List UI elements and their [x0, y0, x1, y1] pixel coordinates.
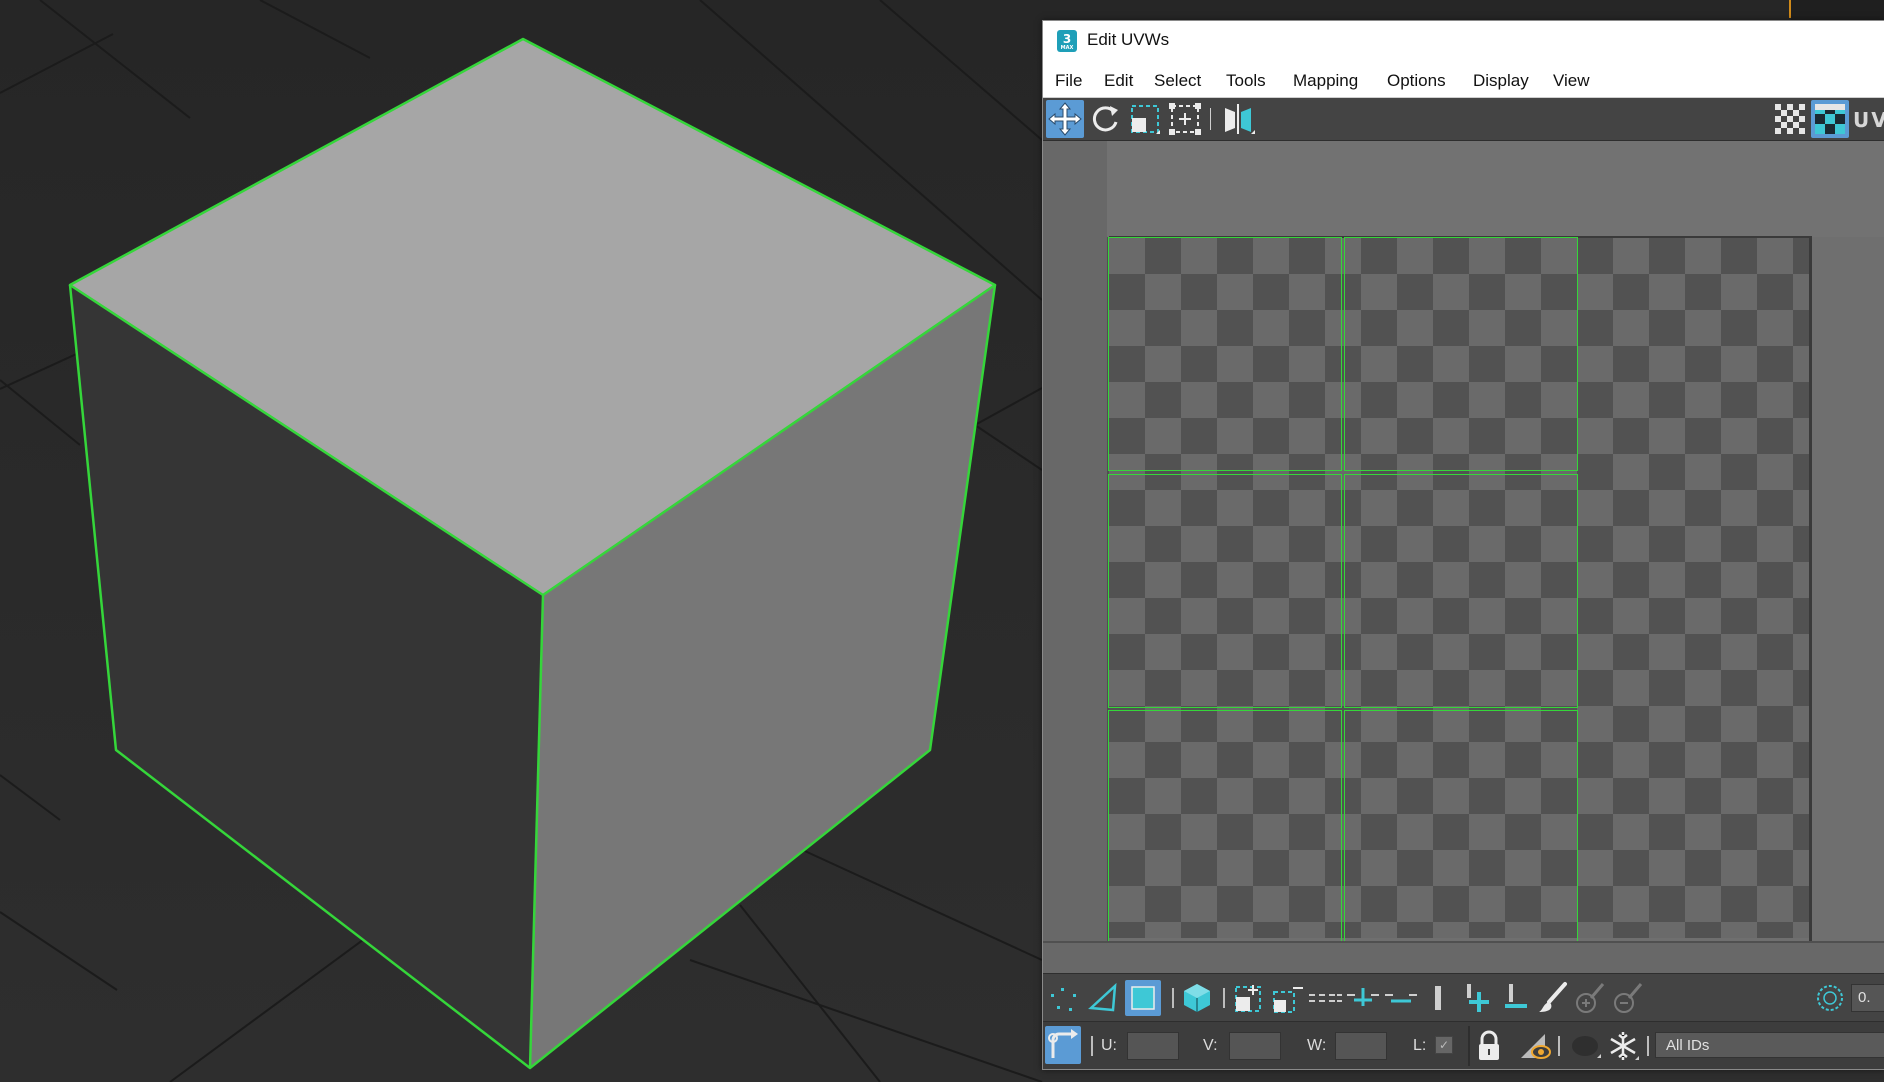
uv-shell[interactable] — [1108, 710, 1342, 942]
selection-toolbar: 0. — [1043, 973, 1884, 1022]
freeform-icon[interactable] — [1166, 100, 1204, 138]
editor-left-margin — [1043, 141, 1109, 973]
edge-select-icon[interactable] — [1085, 980, 1121, 1016]
u-label: U: — [1101, 1037, 1117, 1054]
mirror-icon[interactable] — [1219, 100, 1257, 138]
toolbar-separator — [1558, 1036, 1560, 1056]
uv-shell[interactable] — [1344, 237, 1578, 471]
vertex-select-icon[interactable] — [1047, 980, 1083, 1016]
show-hidden-icon[interactable] — [1517, 1028, 1553, 1064]
window-title: Edit UVWs — [1087, 30, 1170, 49]
menu-tools[interactable]: Tools — [1226, 71, 1266, 91]
toolbar-separator — [1468, 1026, 1470, 1066]
ring-grow-icon[interactable] — [1345, 980, 1381, 1016]
editor-top-margin — [1107, 141, 1884, 237]
menu-display[interactable]: Display — [1473, 71, 1529, 91]
menu-view[interactable]: View — [1553, 71, 1590, 91]
uv-axis-label[interactable]: UV — [1853, 108, 1884, 132]
show-map-icon[interactable] — [1811, 100, 1849, 138]
polygon-select-icon[interactable] — [1125, 980, 1161, 1016]
brush-select-icon[interactable] — [1535, 980, 1571, 1016]
toolbar-separator — [1210, 108, 1211, 130]
background-panel — [1791, 0, 1884, 20]
move-icon[interactable] — [1046, 100, 1084, 138]
uv-shell[interactable] — [1108, 474, 1342, 708]
lock-checkbox[interactable]: ✓ — [1435, 1036, 1453, 1054]
ring-shrink-icon[interactable] — [1383, 980, 1419, 1016]
menu-file[interactable]: File — [1055, 71, 1082, 91]
w-input[interactable] — [1335, 1032, 1387, 1060]
v-input[interactable] — [1229, 1032, 1281, 1060]
checker-pattern-icon[interactable] — [1771, 100, 1809, 138]
menu-options[interactable]: Options — [1387, 71, 1446, 91]
edit-uvws-window[interactable]: 3 Edit UVWs File Edit Select Tools Mappi… — [1042, 20, 1884, 1070]
u-input[interactable] — [1127, 1032, 1179, 1060]
transform-toolbar: UV — [1043, 98, 1884, 141]
shrink-select-icon[interactable] — [1269, 980, 1305, 1016]
brush-grow-icon[interactable] — [1573, 980, 1609, 1016]
scale-icon[interactable] — [1126, 100, 1164, 138]
toolbar-separator — [1647, 1036, 1649, 1056]
paint-add-icon[interactable] — [1459, 980, 1495, 1016]
menu-edit[interactable]: Edit — [1104, 71, 1133, 91]
point-to-point-icon[interactable] — [1421, 980, 1457, 1016]
editor-bottom-margin — [1043, 941, 1884, 975]
brush-shrink-icon[interactable] — [1611, 980, 1647, 1016]
soft-select-value-field[interactable]: 0. — [1851, 984, 1884, 1012]
toolbar-separator — [1172, 988, 1174, 1008]
soft-select-value: 0. — [1858, 989, 1871, 1006]
toolbar-separator — [1223, 988, 1225, 1008]
absolute-offset-icon[interactable] — [1045, 1026, 1081, 1064]
w-label: W: — [1307, 1037, 1327, 1054]
uv-space-border-right — [1809, 237, 1812, 941]
toolbar-separator — [1091, 1036, 1093, 1056]
freeze-icon[interactable] — [1605, 1028, 1641, 1064]
uv-shell[interactable] — [1108, 237, 1342, 471]
material-id-dropdown[interactable]: All IDs — [1655, 1032, 1884, 1058]
title-bar[interactable]: 3 Edit UVWs — [1043, 21, 1884, 59]
menu-bar: File Edit Select Tools Mapping Options D… — [1043, 59, 1884, 98]
loop-icon[interactable] — [1307, 980, 1343, 1016]
hide-icon[interactable] — [1567, 1028, 1603, 1064]
l-label: L: — [1413, 1037, 1427, 1054]
uv-shell[interactable] — [1344, 710, 1578, 942]
soft-select-icon[interactable] — [1812, 980, 1848, 1016]
grow-select-icon[interactable] — [1231, 980, 1267, 1016]
status-bar: U: V: W: L: ✓ All IDs — [1043, 1021, 1884, 1069]
menu-select[interactable]: Select — [1154, 71, 1201, 91]
app-logo-icon: 3 — [1057, 30, 1077, 52]
menu-mapping[interactable]: Mapping — [1293, 71, 1358, 91]
uv-editor-canvas[interactable] — [1043, 141, 1884, 975]
paint-remove-icon[interactable] — [1497, 980, 1533, 1016]
rotate-icon[interactable] — [1086, 100, 1124, 138]
element-select-icon[interactable] — [1179, 980, 1215, 1016]
uv-shell[interactable] — [1344, 474, 1578, 708]
lock-icon[interactable] — [1471, 1028, 1507, 1064]
v-label: V: — [1203, 1037, 1218, 1054]
